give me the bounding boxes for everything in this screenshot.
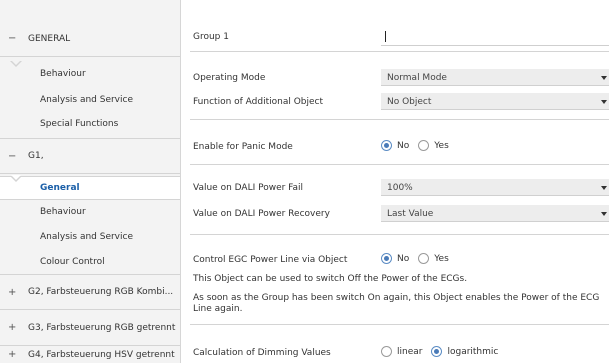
radio-label: Yes [434,140,449,151]
sidebar-group-g3[interactable]: + G3, Farbsteuerung RGB getrennt [0,310,180,346]
sidebar-item-label: Behaviour [40,207,86,217]
parameter-panel: Group 1 Operating Mode Normal Mode Funct… [181,0,609,363]
dimming-radio-group: linear logarithmic [381,346,507,357]
egc-power-label: Control EGC Power Line via Object [193,255,348,265]
notch-icon [10,175,22,182]
power-fail-label: Value on DALI Power Fail [193,183,304,193]
info-text: As soon as the Group has been switch On … [193,293,600,314]
power-recovery-value: Last Value [387,209,434,219]
sidebar-item-behaviour[interactable]: Behaviour [0,60,180,86]
power-recovery-select[interactable]: Last Value [381,205,609,222]
egc-power-radio-group: No Yes [381,253,458,264]
sidebar: − GENERAL Behaviour Analysis and Service… [0,0,181,363]
divider [190,234,609,235]
divider [190,51,609,52]
sidebar-item-analysis-service-g1[interactable]: Analysis and Service [0,225,180,249]
panic-mode-yes-radio[interactable] [418,140,430,151]
notch-icon [10,60,22,67]
sidebar-group-g1[interactable]: − G1, [0,138,180,174]
operating-mode-value: Normal Mode [387,73,447,83]
egc-power-no-radio[interactable] [381,253,392,264]
sidebar-item-special-functions[interactable]: Special Functions [0,112,180,136]
collapse-icon: − [8,33,17,44]
group-name-input[interactable] [381,29,609,46]
egc-power-yes-radio[interactable] [418,253,430,264]
dimming-label: Calculation of Dimming Values [193,348,331,358]
panic-mode-no-radio[interactable] [381,140,392,151]
expand-icon: + [8,349,17,360]
sidebar-item-colour-control[interactable]: Colour Control [0,250,180,274]
sidebar-item-analysis-service[interactable]: Analysis and Service [0,88,180,112]
sidebar-item-label: General [40,183,80,193]
additional-object-label: Function of Additional Object [193,97,324,107]
sidebar-item-label: Analysis and Service [40,95,133,105]
sidebar-item-label: Colour Control [40,257,105,267]
divider [190,119,609,120]
sidebar-group-label: G4, Farbsteuerung HSV getrennt [28,349,175,360]
radio-label: Yes [434,253,449,264]
radio-label: No [397,140,410,151]
sidebar-group-g4[interactable]: + G4, Farbsteuerung HSV getrennt [0,346,180,363]
radio-label: logarithmic [447,346,499,357]
panic-mode-label: Enable for Panic Mode [193,142,293,152]
sidebar-item-label: Special Functions [40,119,119,129]
text-cursor [385,31,386,42]
power-recovery-label: Value on DALI Power Recovery [193,209,330,219]
sidebar-item-general[interactable]: General [0,175,180,200]
sidebar-group-label: GENERAL [28,33,71,44]
group-name-label: Group 1 [193,32,229,42]
dropdown-caret-icon [601,186,607,190]
dropdown-caret-icon [601,76,607,80]
dropdown-caret-icon [601,212,607,216]
sidebar-group-general[interactable]: − GENERAL [0,21,180,57]
divider [190,324,609,325]
power-fail-value: 100% [387,183,413,193]
expand-icon: + [8,322,17,333]
info-text: This Object can be used to switch Off th… [193,274,468,284]
additional-object-value: No Object [387,97,432,107]
dimming-linear-radio[interactable] [381,346,392,357]
sidebar-group-g2[interactable]: + G2, Farbsteuerung RGB Kombi... [0,274,180,310]
operating-mode-label: Operating Mode [193,73,266,83]
panic-mode-radio-group: No Yes [381,140,458,151]
sidebar-item-label: Behaviour [40,69,86,79]
sidebar-group-label: G1, [28,151,44,161]
additional-object-select[interactable]: No Object [381,93,609,110]
operating-mode-select[interactable]: Normal Mode [381,69,609,86]
radio-label: No [397,253,410,264]
power-fail-select[interactable]: 100% [381,179,609,196]
dropdown-caret-icon [601,100,607,104]
sidebar-group-label: G2, Farbsteuerung RGB Kombi... [28,287,174,297]
radio-label: linear [397,346,423,357]
collapse-icon: − [8,150,17,162]
sidebar-group-label: G3, Farbsteuerung RGB getrennt [28,322,176,333]
sidebar-item-label: Analysis and Service [40,232,133,242]
divider [190,164,609,165]
sidebar-item-behaviour-g1[interactable]: Behaviour [0,200,180,224]
expand-icon: + [8,286,17,298]
dimming-logarithmic-radio[interactable] [431,346,443,357]
